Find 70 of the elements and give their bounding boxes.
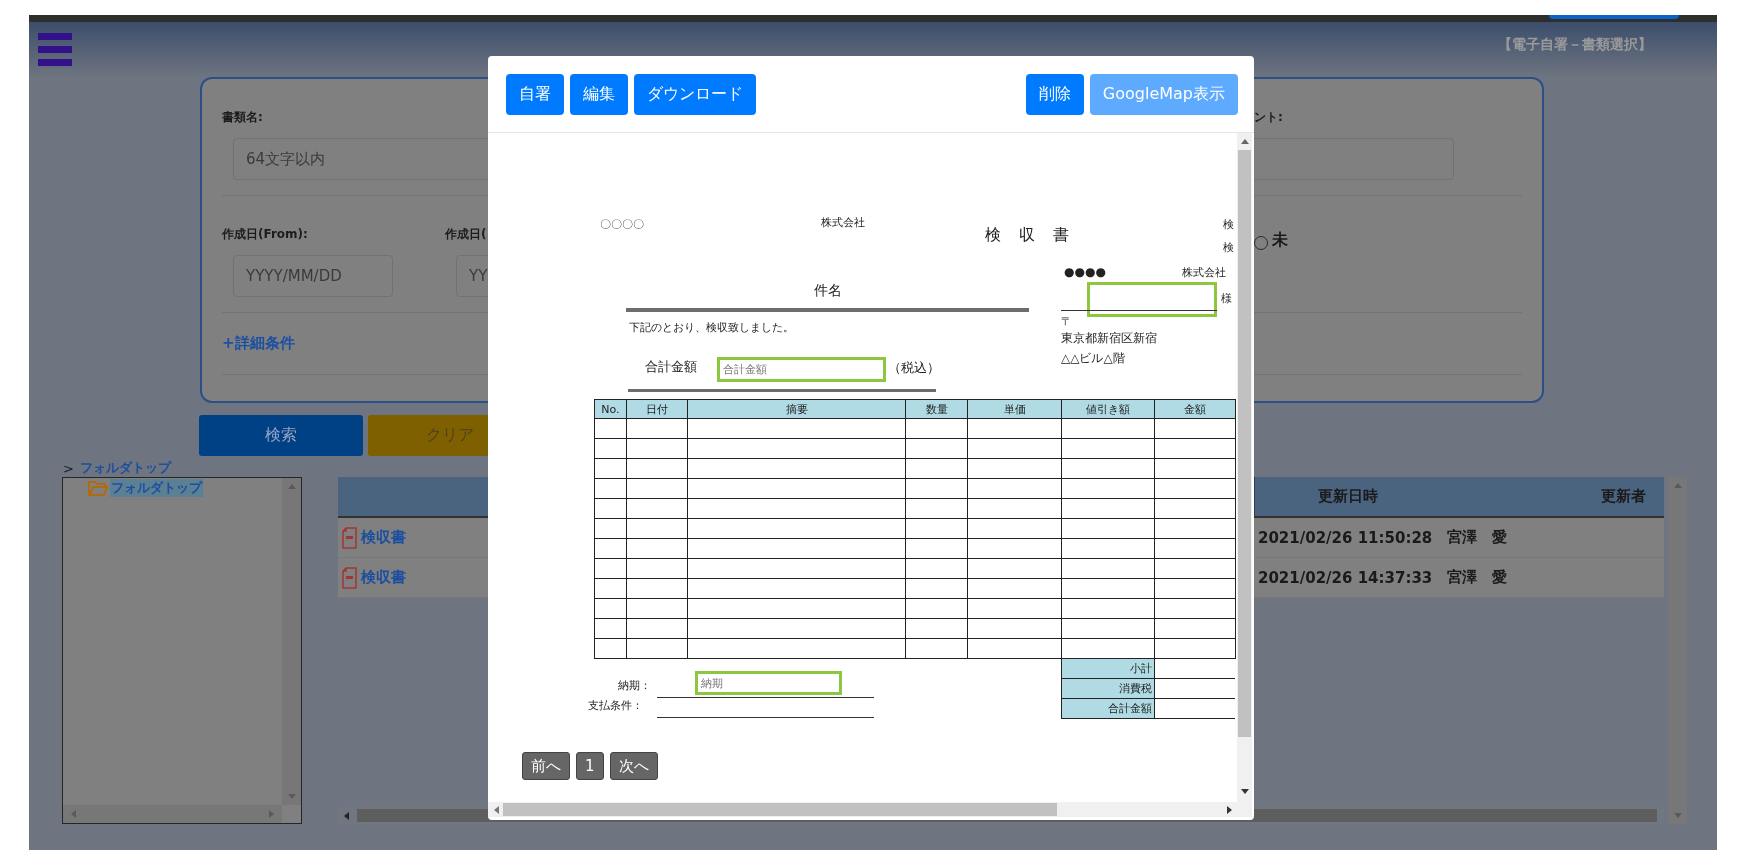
table-cell-text: 宮澤 愛 <box>1446 527 1508 548</box>
folder-icon <box>88 479 108 497</box>
scrollbar[interactable] <box>1237 133 1252 802</box>
table-cell-text: 宮澤 愛 <box>1446 567 1508 588</box>
subject-label: 件名 <box>814 283 842 297</box>
page-title: 【電子自署－書類選択】 <box>1498 36 1652 54</box>
field-label: 書類名: <box>222 109 264 126</box>
recipient-name: ●●●● <box>1064 266 1106 278</box>
details-link[interactable]: +詳細条件 <box>222 334 295 353</box>
scroll-left-icon[interactable] <box>71 810 76 818</box>
field-label: 作成日(From): <box>222 226 309 243</box>
header-tab[interactable] <box>1549 15 1679 19</box>
next-button[interactable]: 次へ <box>609 752 658 780</box>
issuer-suffix: 株式会社 <box>821 217 865 228</box>
date-field[interactable]: YYYY/MM/DD <box>233 255 393 297</box>
page-button[interactable]: 1 <box>576 752 604 780</box>
document-title: 検 収 書 <box>985 227 1070 243</box>
toolbar-button[interactable]: ダウンロード <box>634 74 756 115</box>
breadcrumb-separator: > <box>63 460 74 476</box>
address-line: 東京都新宿区新宿 <box>1061 332 1157 344</box>
column-header: 摘要 <box>687 399 906 419</box>
field-label: ント: <box>1254 109 1284 126</box>
menu-icon[interactable] <box>38 33 72 67</box>
scrollbar[interactable] <box>488 802 1252 817</box>
scroll-left-icon[interactable] <box>494 805 499 814</box>
field-label: 検 <box>1223 219 1234 230</box>
scroll-right-icon[interactable] <box>1227 805 1232 814</box>
postal-mark: 〒 <box>1061 316 1072 327</box>
column-header: 日付 <box>626 399 688 419</box>
honorific: 様 <box>1221 293 1232 304</box>
payment-label: 支払条件： <box>588 700 643 711</box>
breadcrumb-link[interactable]: フォルダトップ <box>79 459 171 477</box>
file-link[interactable]: 検収書 <box>361 568 406 587</box>
column-header[interactable]: 更新者 <box>1441 477 1664 516</box>
signature-field[interactable] <box>1087 282 1217 317</box>
column-header: 数量 <box>905 399 968 419</box>
scroll-up-icon[interactable] <box>1240 139 1249 144</box>
total-amount-field[interactable]: 合計金額 <box>717 357 886 382</box>
tax-note: （税込） <box>888 362 940 375</box>
toolbar-button[interactable]: 削除 <box>1025 74 1084 115</box>
scroll-left-icon[interactable] <box>344 811 349 820</box>
toolbar-button[interactable]: 自署 <box>506 74 564 115</box>
previous-button[interactable]: 前へ <box>522 752 570 780</box>
statement-text: 下記のとおり、検収致しました。 <box>629 322 794 333</box>
scroll-down-icon[interactable] <box>1240 789 1249 794</box>
delivery-field[interactable]: 納期 <box>695 671 842 695</box>
total-label: 合計金額 <box>645 361 697 374</box>
summary-label: 合計金額 <box>1061 698 1155 719</box>
scrollbar[interactable] <box>63 805 282 823</box>
field-label: 作成日( <box>445 226 488 243</box>
radio-label: 未 <box>1272 230 1288 251</box>
address-line: △△ビル△階 <box>1061 352 1125 364</box>
pdf-file-icon <box>341 526 358 549</box>
table-cell-text: 2021/02/26 14:37:33 <box>1257 567 1434 589</box>
column-header: 金額 <box>1154 399 1236 419</box>
field-label: 検 <box>1223 242 1234 253</box>
tree-item[interactable]: フォルダトップ <box>110 479 203 497</box>
file-link[interactable]: 検収書 <box>361 528 406 547</box>
issuer-name: 〇〇〇〇 <box>600 219 644 230</box>
toolbar-button[interactable]: 編集 <box>570 74 628 115</box>
pdf-file-icon <box>341 566 358 589</box>
column-header: 値引き額 <box>1061 399 1155 419</box>
summary-label: 小計 <box>1061 658 1155 679</box>
column-header: No. <box>594 399 627 419</box>
table-cell-text: 2021/02/26 11:50:28 <box>1257 527 1434 549</box>
recipient-suffix: 株式会社 <box>1182 267 1226 278</box>
search-button[interactable]: 検索 <box>199 415 363 456</box>
delivery-label: 納期： <box>618 680 651 691</box>
column-header: 単価 <box>967 399 1062 419</box>
summary-label: 消費税 <box>1061 678 1155 699</box>
